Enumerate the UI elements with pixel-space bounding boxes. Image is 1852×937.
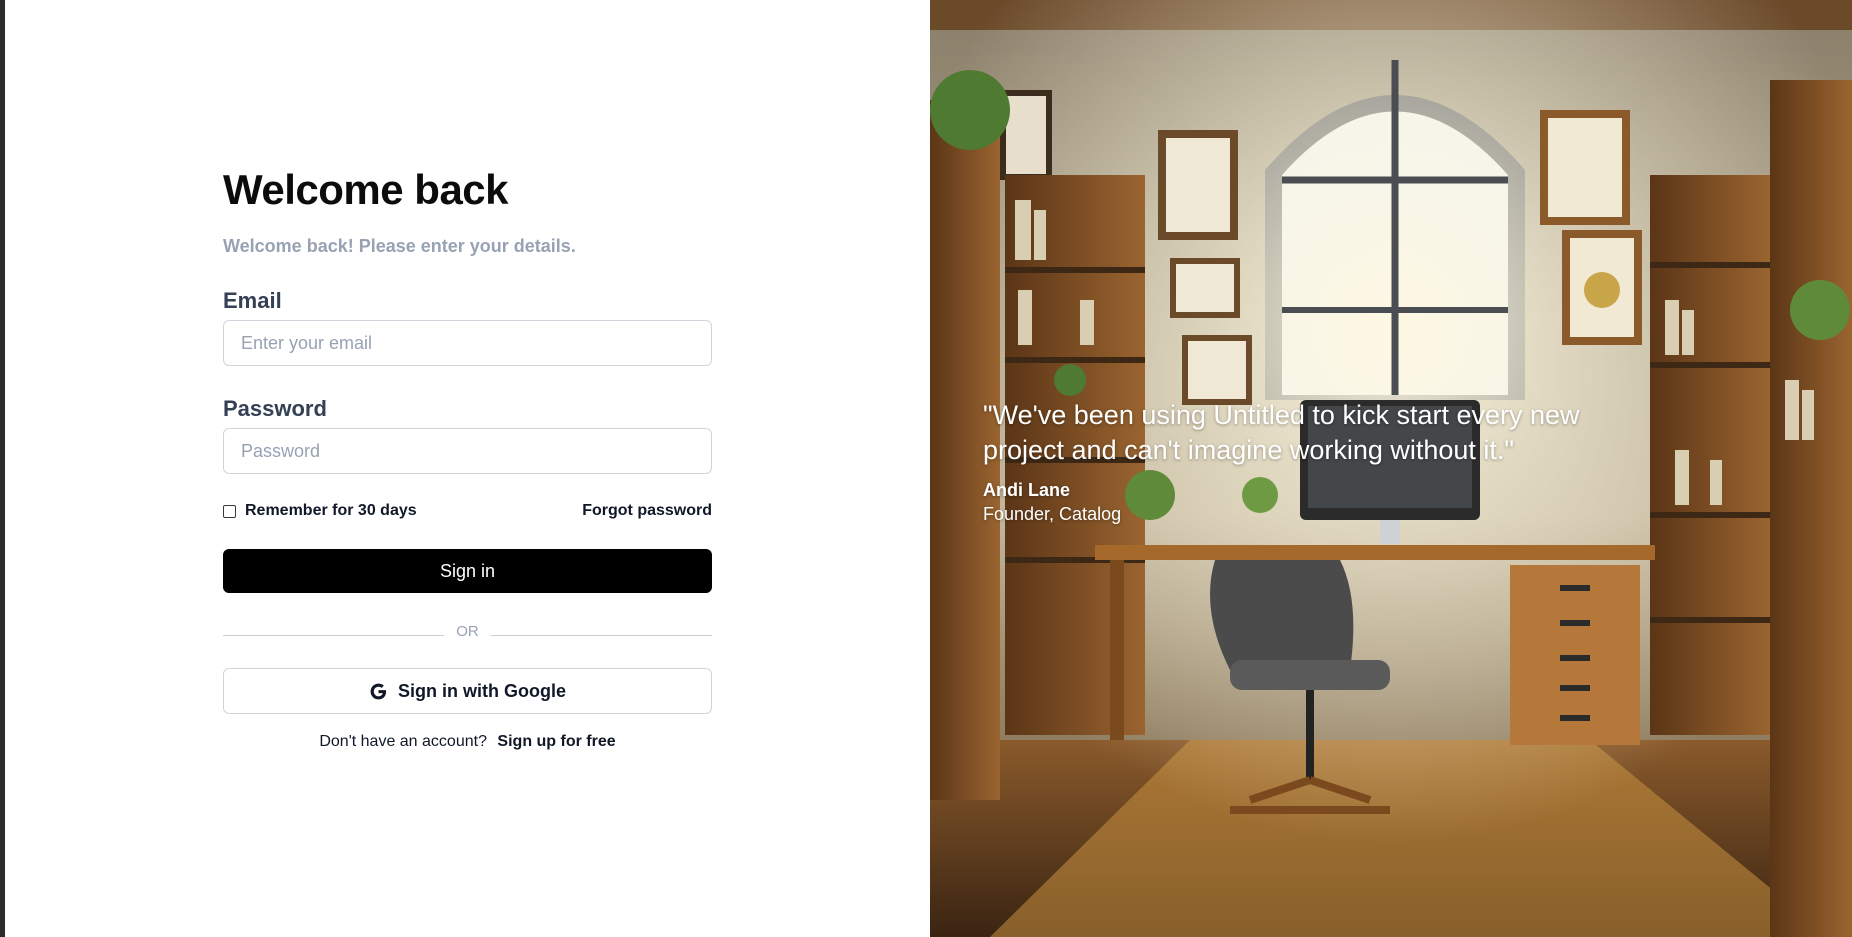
divider-line-right <box>490 634 712 636</box>
page-subtitle: Welcome back! Please enter your details. <box>223 236 576 256</box>
remember-label: Remember for 30 days <box>245 502 417 519</box>
remember-option[interactable]: Remember for 30 days <box>223 502 417 520</box>
email-label: Email <box>223 288 282 313</box>
testimonial-author: Andi Lane <box>983 480 1071 500</box>
or-divider: OR <box>223 621 712 641</box>
options-row: Remember for 30 days Forgot password <box>223 500 712 522</box>
testimonial-quote: "We've been using Untitled to kick start… <box>983 400 1580 465</box>
forgot-password-link[interactable]: Forgot password <box>582 502 712 520</box>
password-label: Password <box>223 396 327 421</box>
testimonial: "We've been using Untitled to kick start… <box>983 398 1633 525</box>
email-field[interactable] <box>223 320 712 366</box>
google-sign-in-label: Sign in with Google <box>398 680 566 701</box>
password-field[interactable] <box>223 428 712 474</box>
checkbox-icon[interactable] <box>223 504 236 518</box>
login-panel: Welcome back Welcome back! Please enter … <box>5 0 930 937</box>
signup-link[interactable]: Sign up for free <box>497 733 615 750</box>
divider-text: OR <box>456 622 479 640</box>
google-icon <box>370 683 387 699</box>
page-title: Welcome back <box>223 166 509 213</box>
signup-prompt: Don't have an account? <box>319 733 487 750</box>
hero-panel: "We've been using Untitled to kick start… <box>930 0 1852 937</box>
login-form: Welcome back Welcome back! Please enter … <box>223 160 712 751</box>
sign-in-button[interactable]: Sign in <box>223 549 712 593</box>
sign-in-label: Sign in <box>439 560 496 581</box>
divider-line-left <box>223 634 445 636</box>
signup-row: Don't have an account? Sign up for free <box>223 733 712 751</box>
testimonial-role: Founder, Catalog <box>983 504 1122 524</box>
google-sign-in-button[interactable]: Sign in with Google <box>223 668 712 714</box>
